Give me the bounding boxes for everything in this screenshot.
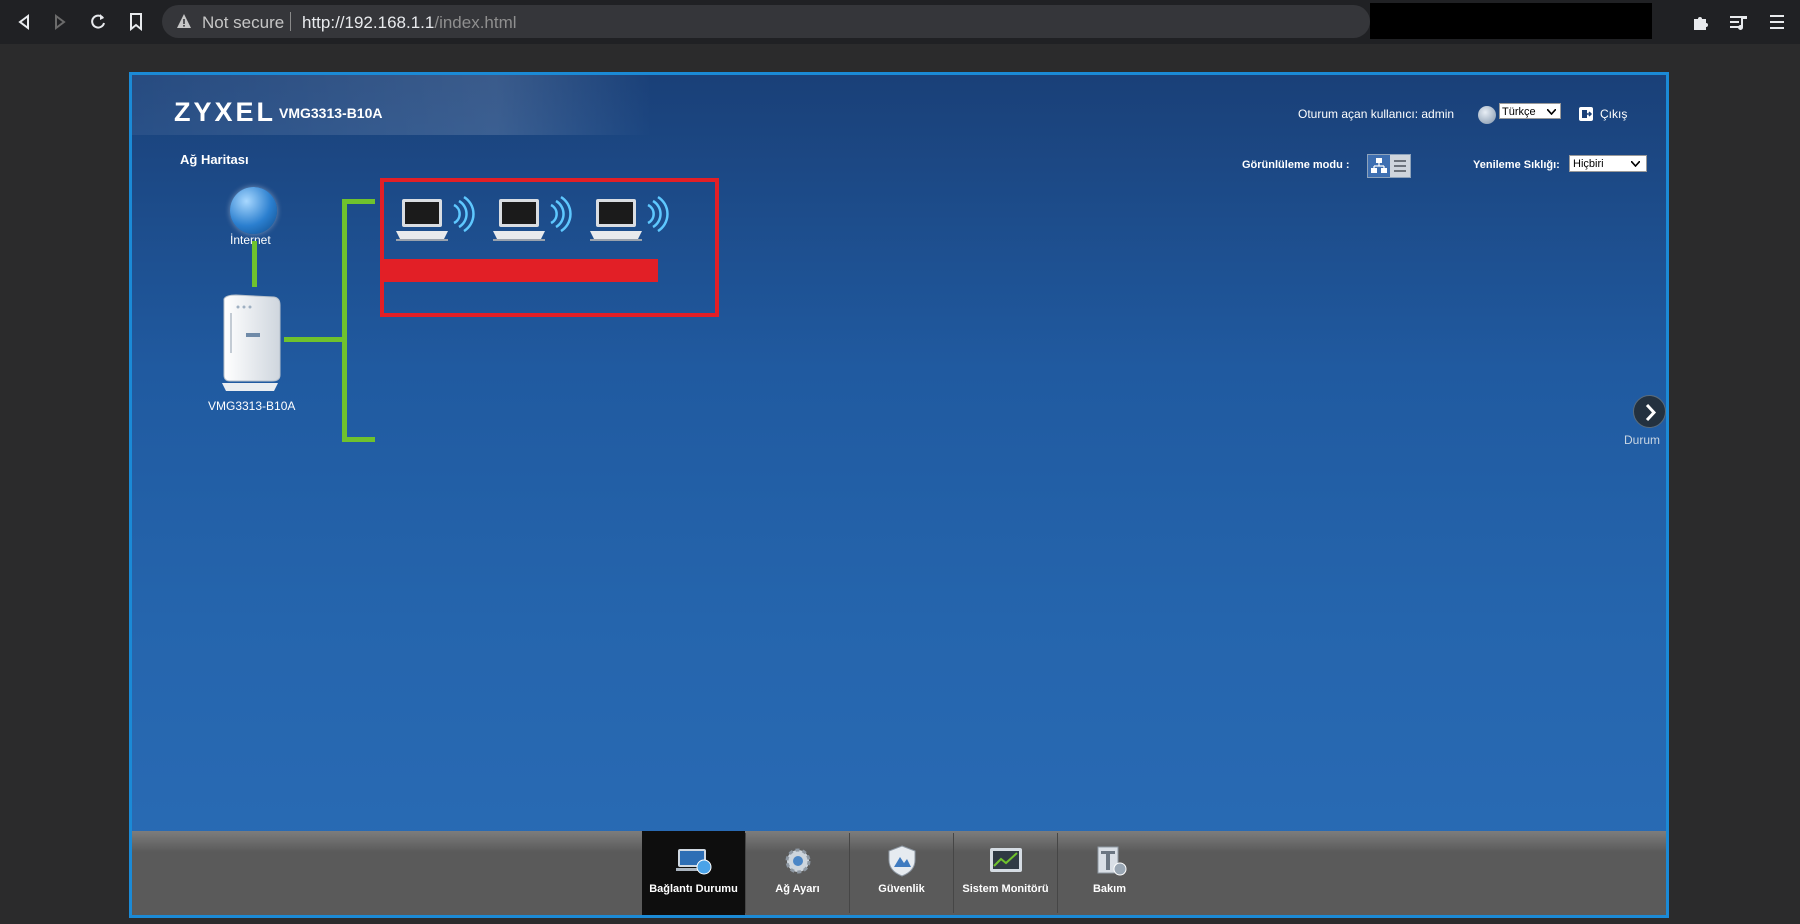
router-link-line xyxy=(284,337,324,342)
url-path: /index.html xyxy=(434,13,517,32)
list-view-icon[interactable] xyxy=(1390,155,1410,177)
language-value: Türkçe xyxy=(1502,106,1536,118)
url-host: http://192.168.1.1 xyxy=(302,13,435,32)
status-panel-button[interactable] xyxy=(1633,395,1666,428)
tab-label: Bağlantı Durumu xyxy=(649,883,738,895)
menu-icon[interactable] xyxy=(1766,11,1788,33)
browser-toolbar: Not secure http://192.168.1.1/index.html xyxy=(0,0,1800,44)
back-icon xyxy=(18,14,29,30)
gear-icon xyxy=(785,848,810,874)
tab-label: Güvenlik xyxy=(878,883,925,895)
extensions-icon[interactable] xyxy=(1690,11,1712,33)
logged-in-user: Oturum açan kullanıcı: admin xyxy=(1298,107,1455,121)
warning-icon xyxy=(177,14,191,28)
chevron-right-icon xyxy=(1645,403,1657,422)
chart-monitor-icon xyxy=(989,848,1022,872)
bookmark-icon xyxy=(130,13,142,31)
chevron-down-icon xyxy=(1547,109,1556,115)
view-mode-label: Görünlüleme modu : xyxy=(1242,159,1350,171)
highlight-box xyxy=(380,178,719,317)
model-name: VMG3313-B10A xyxy=(279,105,383,121)
language-select[interactable]: Türkçe xyxy=(1499,103,1561,119)
lan-branch-mid xyxy=(322,337,347,342)
lan-trunk-line xyxy=(342,199,347,442)
reload-icon xyxy=(91,14,105,29)
tab-system-monitor[interactable]: Sistem Monitörü xyxy=(954,831,1057,915)
tab-maintenance[interactable]: Bakım xyxy=(1058,831,1161,915)
back-button[interactable] xyxy=(12,10,36,34)
internet-link-line xyxy=(252,241,257,287)
network-map-title: Ağ Haritası xyxy=(180,152,249,167)
internet-label: İnternet xyxy=(230,233,271,247)
map-view-icon[interactable] xyxy=(1368,155,1390,177)
media-control-icon[interactable] xyxy=(1728,11,1750,33)
chevron-down-icon xyxy=(1631,161,1640,167)
logout-link[interactable]: Çıkış xyxy=(1600,107,1627,121)
router-device-icon[interactable] xyxy=(216,293,286,393)
refresh-rate-value: Hiçbiri xyxy=(1573,158,1604,170)
monitor-globe-icon xyxy=(675,849,711,875)
maintenance-icon xyxy=(1097,846,1126,876)
reload-button[interactable] xyxy=(86,10,110,34)
tab-label: Ağ Ayarı xyxy=(775,883,820,895)
brand-logo: ZYXEL xyxy=(174,97,277,127)
tab-connection-status[interactable]: Bağlantı Durumu xyxy=(642,831,745,915)
internet-globe-icon[interactable] xyxy=(230,187,277,234)
lan-branch-top xyxy=(342,199,375,204)
shield-icon xyxy=(888,845,915,877)
forward-button[interactable] xyxy=(48,10,72,34)
forward-icon xyxy=(55,14,66,30)
lan-branch-bottom xyxy=(342,437,375,442)
tab-label: Sistem Monitörü xyxy=(962,883,1049,895)
refresh-rate-label: Yenileme Sıklığı: xyxy=(1473,159,1560,171)
refresh-rate-select[interactable]: Hiçbiri xyxy=(1569,155,1647,172)
tab-security[interactable]: Güvenlik xyxy=(850,831,953,915)
url-text: http://192.168.1.1/index.html xyxy=(302,13,517,33)
logout-icon[interactable] xyxy=(1579,107,1593,121)
language-globe-icon xyxy=(1478,106,1496,124)
main-toolbar: Bağlantı Durumu Ağ Ayarı Güvenlik Sistem… xyxy=(132,831,1666,915)
router-label: VMG3313-B10A xyxy=(208,399,296,413)
address-bar[interactable]: Not secure http://192.168.1.1/index.html xyxy=(162,5,1370,38)
tab-label: Bakım xyxy=(1092,883,1127,895)
status-label: Durum xyxy=(1624,433,1661,447)
tab-network-settings[interactable]: Ağ Ayarı xyxy=(746,831,849,915)
view-mode-toggle[interactable] xyxy=(1367,154,1411,178)
bookmark-button[interactable] xyxy=(124,10,148,34)
redacted-area xyxy=(1370,3,1652,39)
security-status: Not secure xyxy=(202,13,285,32)
router-frame: ZYXEL VMG3313-B10A Oturum açan kullanıcı… xyxy=(129,72,1669,918)
omnibox-divider xyxy=(290,12,291,31)
